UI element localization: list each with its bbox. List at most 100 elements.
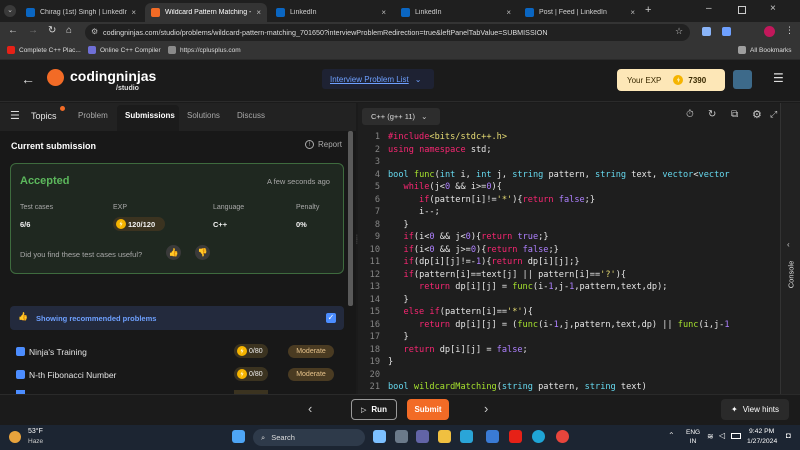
browser-tab[interactable]: LinkedIn ×: [270, 3, 392, 22]
weather-temp: 53°F: [28, 428, 43, 435]
url-field[interactable]: ⚙ codingninjas.com/studio/problems/wildc…: [85, 24, 690, 41]
site-info-icon[interactable]: ⚙: [91, 27, 98, 36]
clock-time[interactable]: 9:42 PM: [749, 428, 774, 435]
globe-icon: [168, 46, 176, 54]
user-avatar[interactable]: [733, 70, 752, 89]
tab-discuss[interactable]: Discuss: [237, 111, 265, 120]
edge-icon[interactable]: [460, 430, 473, 443]
code-line: bool wildcardMatching(string pattern, st…: [388, 382, 647, 392]
browser-tab[interactable]: Post | Feed | LinkedIn ×: [519, 3, 641, 22]
clock-date[interactable]: 1/27/2024: [747, 438, 777, 445]
next-problem-icon[interactable]: ›: [484, 401, 488, 416]
topics-menu-icon[interactable]: ☰: [10, 109, 20, 122]
notification-icon[interactable]: ◘: [786, 431, 791, 440]
exp-badge[interactable]: Your EXP 7390: [617, 69, 725, 91]
run-button[interactable]: ▷ Run: [351, 399, 397, 420]
close-icon[interactable]: ×: [131, 8, 136, 17]
recommended-checkbox[interactable]: ✓: [326, 313, 336, 323]
teams-icon[interactable]: [416, 430, 429, 443]
browser-tab-active[interactable]: Wildcard Pattern Matching - Co ×: [145, 3, 267, 22]
extensions-icon[interactable]: [702, 27, 711, 36]
code-area[interactable]: 1 #include<bits/stdc++.h> 2 using namesp…: [358, 131, 780, 394]
line-number: 21: [369, 382, 380, 392]
store-icon[interactable]: [486, 430, 499, 443]
profile-avatar[interactable]: [764, 26, 775, 37]
difficulty-badge: Moderate: [288, 345, 334, 358]
wifi-icon[interactable]: ≋: [707, 432, 714, 441]
file-explorer-icon[interactable]: [438, 430, 451, 443]
language-select[interactable]: C++ (g++ 11) ⌄: [362, 108, 440, 125]
task-view-icon[interactable]: [395, 430, 408, 443]
thumbs-down-button[interactable]: 👎: [195, 245, 210, 260]
chrome-icon[interactable]: [556, 430, 569, 443]
all-bookmarks[interactable]: All Bookmarks: [738, 46, 792, 54]
bookmark-star-icon[interactable]: ☆: [675, 26, 683, 37]
youtube-app-icon[interactable]: [509, 430, 522, 443]
copy-icon[interactable]: ⧉: [731, 109, 738, 120]
language-indicator[interactable]: ENG IN: [686, 428, 700, 446]
volume-icon[interactable]: ◁: [719, 431, 725, 440]
submit-button[interactable]: Submit: [407, 399, 449, 420]
bookmark-item[interactable]: https://cplusplus.com: [168, 46, 241, 54]
recommended-problem[interactable]: Ninja's Training 0/80 Moderate: [16, 344, 336, 360]
search-box[interactable]: ⌕ Search: [253, 429, 365, 446]
bookmark-item[interactable]: Online C++ Compiler: [88, 46, 161, 54]
close-window-button[interactable]: ×: [770, 3, 776, 14]
line-number: 18: [369, 344, 380, 355]
interview-problem-list-link[interactable]: Interview Problem List ⌄: [322, 69, 434, 89]
back-arrow-icon[interactable]: ←: [21, 71, 35, 87]
codingninjas-logo[interactable]: [47, 69, 64, 86]
exp-earned-badge: 120/120: [113, 217, 165, 231]
browser-app-icon[interactable]: [532, 430, 545, 443]
line-number: 16: [369, 319, 380, 330]
lightbulb-icon: ✦: [730, 405, 738, 414]
new-tab-button[interactable]: +: [645, 4, 651, 16]
fullscreen-icon[interactable]: ⤢: [770, 109, 777, 120]
code-line: return dp[i][j] = false;: [403, 344, 528, 355]
timer-icon[interactable]: ⏱: [686, 109, 694, 120]
tab-solutions[interactable]: Solutions: [187, 111, 220, 120]
report-button[interactable]: ! Report: [305, 140, 342, 149]
problem-icon: [16, 370, 25, 379]
copilot-icon[interactable]: [373, 430, 386, 443]
code-line: else if(pattern[i]=='*'){: [403, 307, 533, 317]
browser-tab[interactable]: LinkedIn ×: [395, 3, 517, 22]
panel-scrollbar[interactable]: [348, 131, 353, 306]
forward-icon[interactable]: →: [28, 25, 38, 36]
thumbs-up-button[interactable]: 👍: [166, 245, 181, 260]
back-icon[interactable]: ←: [8, 25, 18, 36]
tab-topics[interactable]: Topics: [31, 111, 57, 121]
line-number: 14: [369, 294, 380, 305]
view-hints-button[interactable]: ✦ View hints: [721, 399, 789, 420]
start-button[interactable]: [232, 430, 245, 443]
close-icon[interactable]: ×: [630, 8, 635, 17]
left-panel-tabs: ☰ Topics Problem Submissions Solutions D…: [0, 103, 356, 131]
extension-icon[interactable]: [722, 27, 731, 36]
home-icon[interactable]: ⌂: [66, 25, 72, 36]
tab-problem[interactable]: Problem: [78, 111, 108, 120]
bookmark-item[interactable]: Complete C++ Plac...: [7, 46, 81, 54]
close-icon[interactable]: ×: [506, 8, 511, 17]
reload-icon[interactable]: ↻: [48, 25, 56, 36]
console-panel-toggle[interactable]: ‹ Console: [780, 103, 800, 394]
tab-search-icon[interactable]: ⌄: [4, 5, 16, 17]
compiler-icon: [88, 46, 96, 54]
settings-icon[interactable]: ⚙: [752, 108, 762, 121]
tab-submissions[interactable]: Submissions: [125, 111, 175, 120]
maximize-button[interactable]: [738, 6, 746, 14]
menu-icon[interactable]: ⋮: [785, 25, 794, 36]
reset-icon[interactable]: ↻: [708, 109, 716, 120]
close-icon[interactable]: ×: [381, 8, 386, 17]
recommended-problem[interactable]: N-th Fibonacci Number 0/80 Moderate: [16, 367, 336, 383]
close-icon[interactable]: ×: [256, 8, 261, 17]
prev-problem-icon[interactable]: ‹: [308, 401, 312, 416]
chevron-up-icon[interactable]: ⌃: [668, 431, 675, 440]
battery-icon[interactable]: [731, 433, 741, 439]
browser-tab[interactable]: Chirag (1st) Singh | LinkedIn ×: [20, 3, 142, 22]
line-number: 12: [369, 269, 380, 280]
minimize-button[interactable]: –: [706, 3, 712, 14]
weather-icon[interactable]: [9, 431, 21, 443]
recommended-label: Showing recommended problems: [36, 314, 157, 323]
panel-resize-handle[interactable]: ⋮ ⋮: [354, 235, 360, 250]
menu-icon[interactable]: ☰: [773, 71, 784, 85]
